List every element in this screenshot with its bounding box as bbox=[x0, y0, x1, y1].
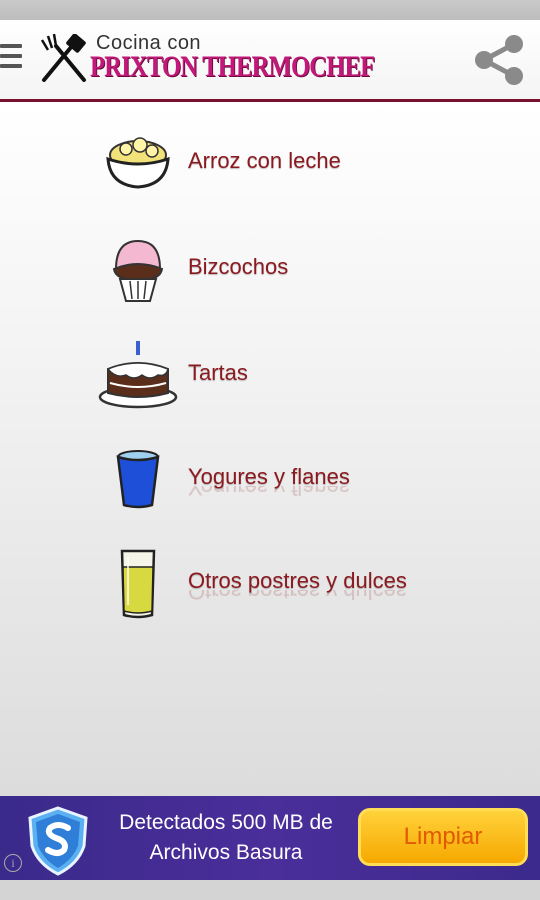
info-icon[interactable]: i bbox=[4, 854, 22, 872]
list-item-bizcochos[interactable]: Bizcochos bbox=[96, 224, 516, 314]
share-icon[interactable] bbox=[470, 30, 530, 90]
status-bar bbox=[0, 0, 540, 20]
cake-icon bbox=[98, 341, 178, 409]
list-item-label: Arroz con leche bbox=[188, 148, 341, 173]
shield-icon bbox=[28, 806, 88, 876]
list-item-label: Otros postres y dulces Otros postres y d… bbox=[188, 568, 407, 602]
list-item-label: Tartas bbox=[188, 360, 248, 385]
app-header: Cocina con PRIXTON THERMOCHEF bbox=[0, 20, 540, 102]
rice-pudding-bowl-icon bbox=[106, 137, 170, 189]
hamburger-menu-icon[interactable] bbox=[0, 44, 24, 76]
list-item-label: Bizcochos bbox=[188, 254, 289, 279]
recipe-category-list: Arroz con leche Bizcochos Tartas Yogures… bbox=[0, 102, 540, 796]
bottom-strip bbox=[0, 880, 540, 900]
list-item-label: Yogures y flanes Yogures y flanes bbox=[188, 464, 350, 498]
logo-brand-name: PRIXTON THERMOCHEF bbox=[90, 50, 375, 83]
cupcake-icon bbox=[112, 239, 164, 302]
list-item-otros-postres-y-dulces[interactable]: Otros postres y dulces Otros postres y d… bbox=[96, 538, 516, 628]
list-item-yogures-y-flanes[interactable]: Yogures y flanes Yogures y flanes bbox=[96, 434, 516, 524]
list-item-tartas[interactable]: Tartas bbox=[96, 330, 516, 420]
fork-spatula-logo-icon bbox=[40, 34, 86, 82]
clean-button[interactable]: Limpiar bbox=[358, 808, 528, 866]
glass-icon bbox=[120, 549, 156, 619]
ad-banner[interactable]: Detectados 500 MB de Archivos Basura Lim… bbox=[0, 796, 540, 880]
list-item-arroz-con-leche[interactable]: Arroz con leche bbox=[96, 118, 516, 208]
ad-message: Detectados 500 MB de Archivos Basura bbox=[119, 811, 333, 864]
yogurt-cup-icon bbox=[116, 450, 160, 509]
